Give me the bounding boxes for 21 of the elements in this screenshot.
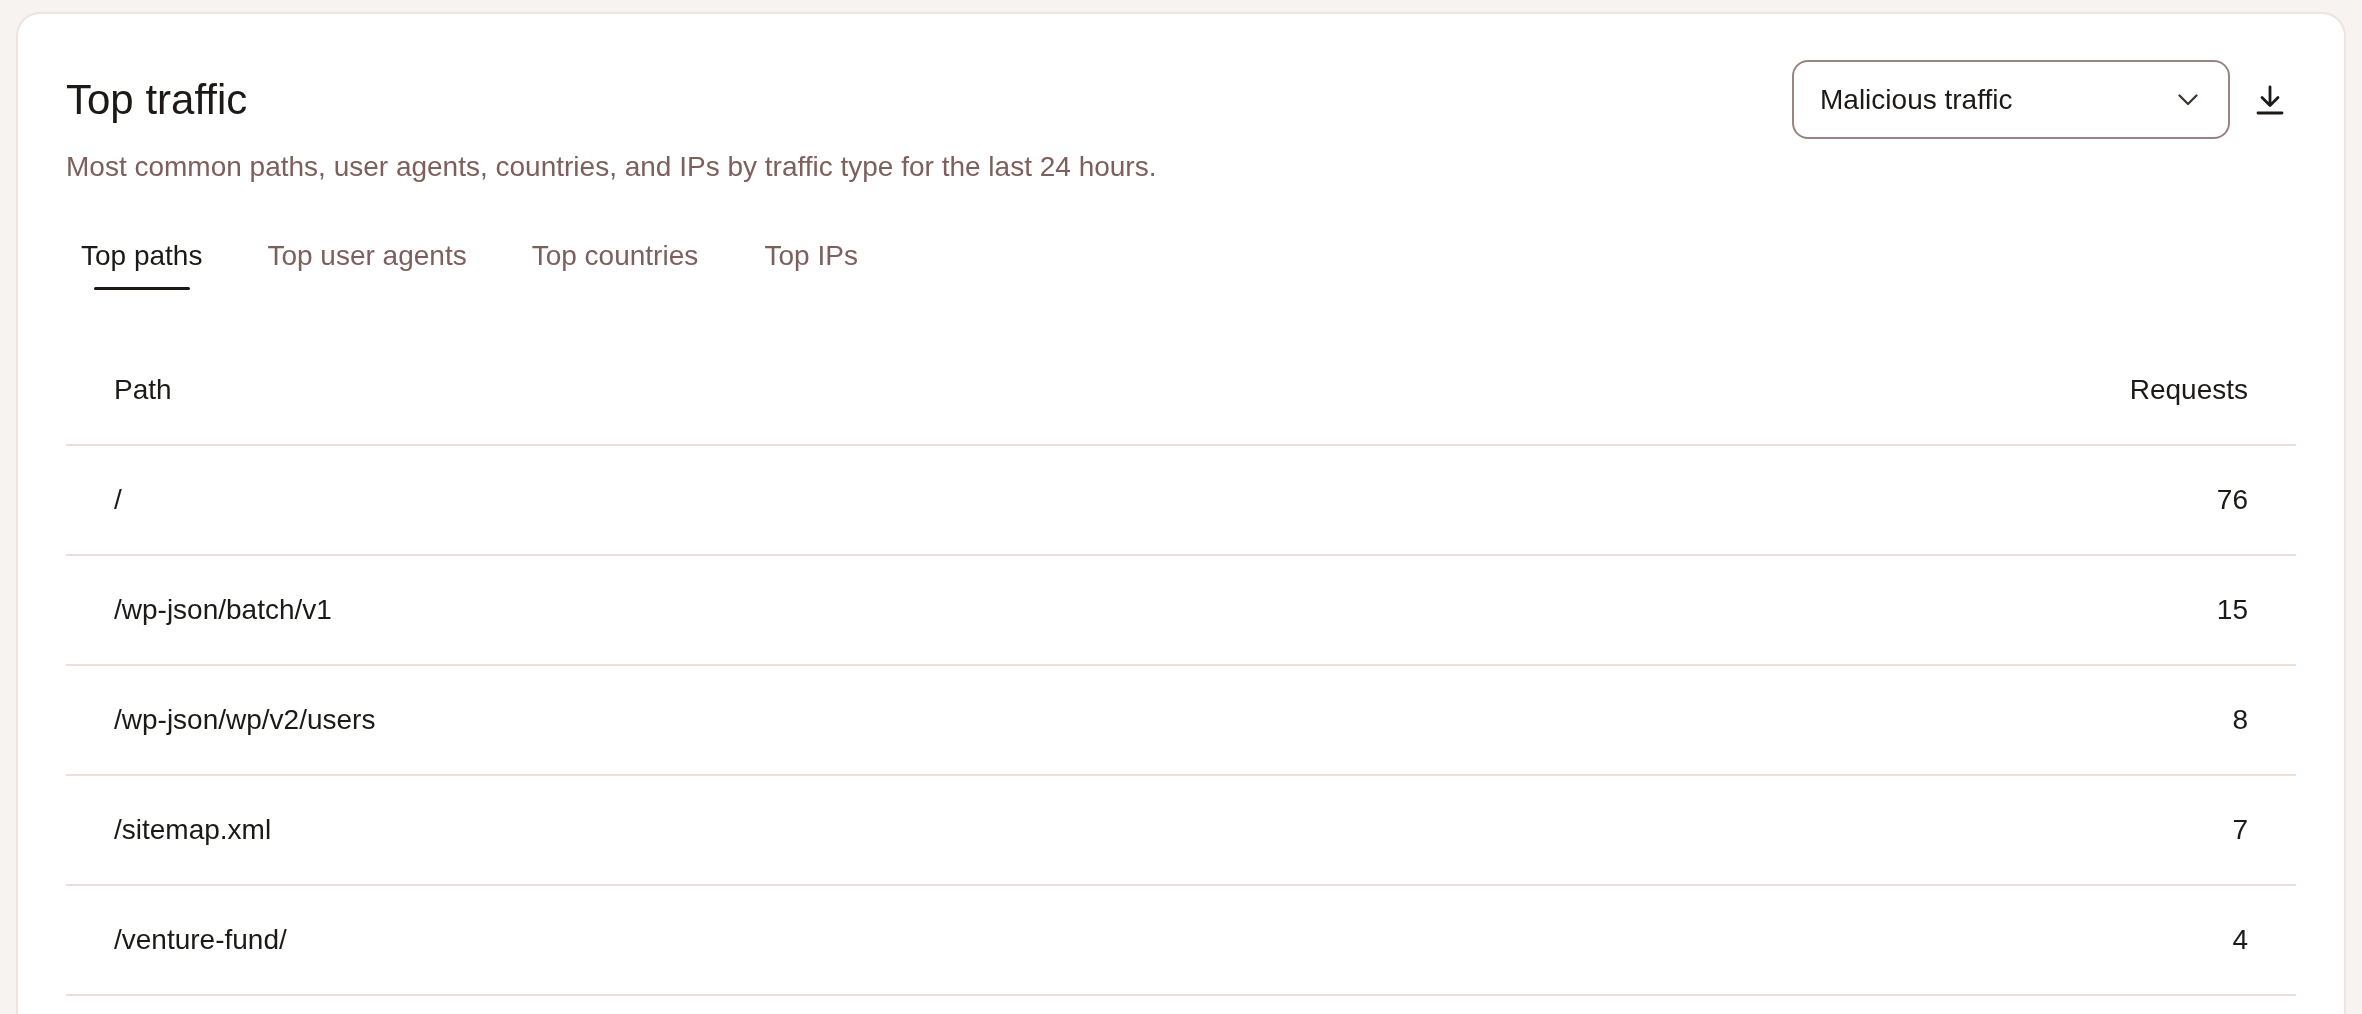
section-title: Top traffic [66, 74, 248, 125]
table-cell-text: /wp-json/batch/v1 [114, 593, 332, 627]
column-header: Requests [2129, 373, 2248, 407]
table-cell-text: /sitemap.xml [114, 813, 272, 847]
table-cell-text: 4 [2232, 923, 2248, 957]
tab[interactable]: Top countries [516, 236, 714, 290]
column-header: Path [114, 373, 172, 407]
table-cell-text: /wp-json/wp/v2/users [114, 703, 376, 737]
table-cell-text: 15 [2216, 593, 2248, 627]
tab[interactable]: Top user agents [252, 236, 482, 290]
chevron-down-icon [2178, 93, 2198, 106]
table-cell-text: 8 [2232, 703, 2248, 737]
tab[interactable]: Top paths [66, 236, 218, 290]
traffic-type-dropdown[interactable]: Malicious traffic [1792, 60, 2230, 139]
section-description: Most common paths, user agents, countries, and IPs by traffic type for the last 24 hours. [66, 150, 1158, 184]
table-cell-text: / [114, 483, 122, 517]
download-icon [2256, 84, 2284, 115]
tab[interactable]: Top IPs [748, 236, 875, 290]
table-cell-text: 76 [2216, 483, 2248, 517]
table-cell-text: /venture-fund/ [114, 923, 287, 957]
table-cell-text: 7 [2232, 813, 2248, 847]
